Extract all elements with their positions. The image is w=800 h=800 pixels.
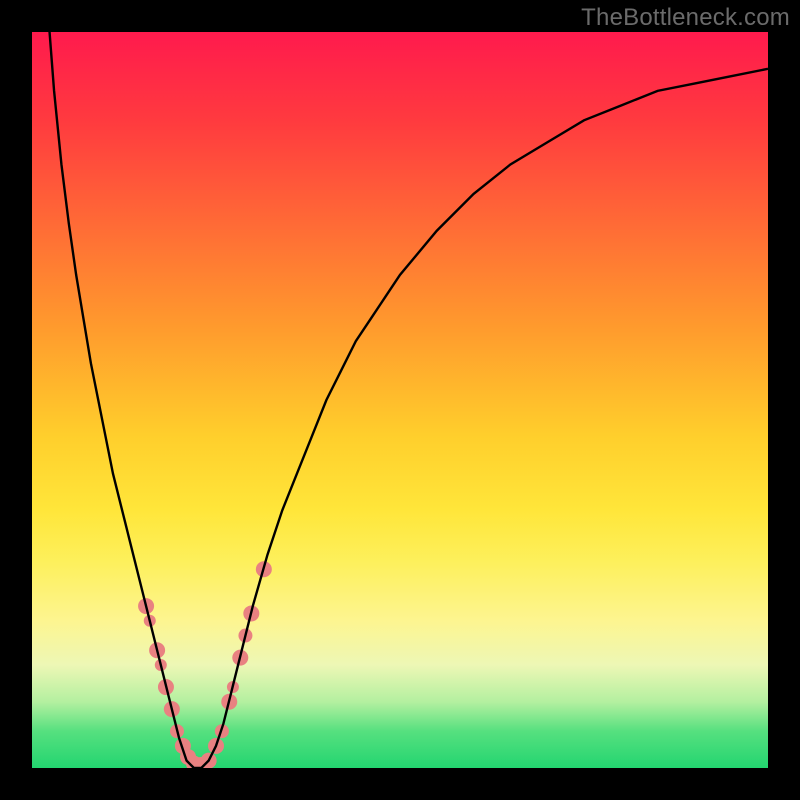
chart-svg [32,32,768,768]
watermark-text: TheBottleneck.com [581,4,790,32]
bottleneck-curve [32,32,768,768]
markers-group [138,561,272,768]
chart-frame: TheBottleneck.com [0,0,800,800]
plot-area [32,32,768,768]
